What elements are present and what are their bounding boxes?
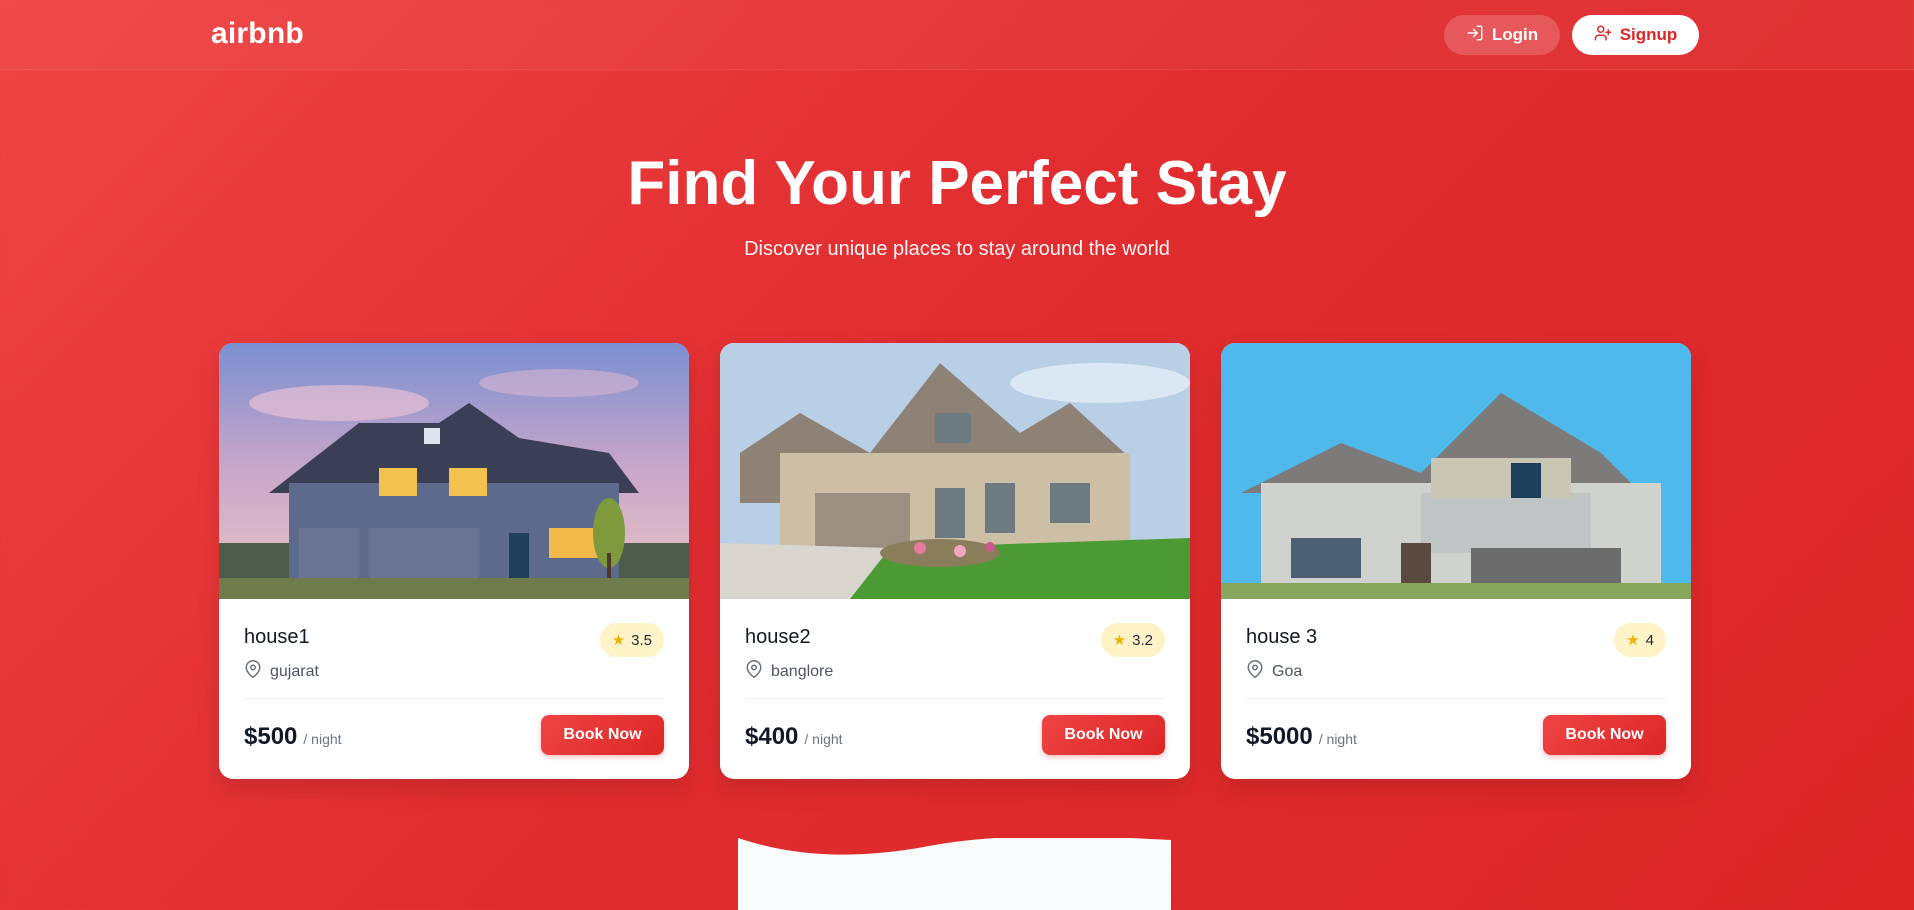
- hero-subtitle: Discover unique places to stay around th…: [744, 238, 1170, 260]
- price-unit: / night: [804, 731, 843, 747]
- login-icon: [1466, 24, 1484, 47]
- listing-photo[interactable]: [720, 343, 1190, 599]
- rating-badge: ★ 3.2: [1100, 623, 1165, 657]
- card-divider: [244, 698, 664, 699]
- login-label: Login: [1491, 25, 1539, 44]
- card-divider: [745, 698, 1165, 699]
- listing-title: house 3: [1246, 626, 1318, 648]
- hero-title: Find Your Perfect Stay: [627, 149, 1287, 218]
- bottom-wave-divider: [738, 836, 1171, 910]
- location-text: gujarat: [270, 662, 319, 680]
- listing-title: house2: [745, 626, 811, 648]
- price-row: $400 / night: [745, 723, 843, 751]
- rating-value: 3.5: [631, 631, 652, 649]
- card-divider: [1246, 698, 1666, 699]
- book-now-button[interactable]: Book Now: [541, 715, 664, 755]
- star-icon: ★: [611, 632, 626, 649]
- map-pin-icon: [244, 660, 262, 683]
- listing-location: banglore: [745, 660, 833, 683]
- listing-card[interactable]: house 3 ★ 4 Goa $5000 / night Book Now: [1221, 343, 1691, 779]
- signup-button[interactable]: Signup: [1572, 15, 1699, 55]
- star-icon: ★: [1626, 632, 1640, 649]
- book-now-button[interactable]: Book Now: [1543, 715, 1666, 755]
- signup-label: Signup: [1619, 25, 1678, 44]
- price-row: $500 / night: [244, 723, 342, 751]
- listing-title: house1: [244, 626, 310, 648]
- rating-value: 3.2: [1132, 631, 1153, 649]
- star-icon: ★: [1112, 632, 1127, 649]
- book-now-button[interactable]: Book Now: [1042, 715, 1165, 755]
- map-pin-icon: [745, 660, 763, 683]
- listing-card[interactable]: house1 ★ 3.5 gujarat $500 / night Book N…: [219, 343, 689, 779]
- location-text: banglore: [771, 662, 834, 680]
- listing-card[interactable]: house2 ★ 3.2 banglore $400 / night Book …: [720, 343, 1190, 779]
- brand-logo[interactable]: airbnb: [211, 17, 304, 51]
- rating-badge: ★ 4: [1614, 623, 1666, 657]
- map-pin-icon: [1246, 660, 1264, 683]
- listing-location: Goa: [1246, 660, 1302, 683]
- user-plus-icon: [1594, 24, 1612, 47]
- listing-photo[interactable]: [1221, 343, 1691, 599]
- listing-price: $400: [745, 723, 799, 750]
- price-unit: / night: [1318, 731, 1357, 747]
- location-text: Goa: [1272, 662, 1303, 680]
- listing-price: $5000: [1246, 723, 1313, 750]
- rating-value: 4: [1645, 631, 1654, 649]
- price-unit: / night: [303, 731, 342, 747]
- listing-location: gujarat: [244, 660, 319, 683]
- rating-badge: ★ 3.5: [599, 623, 664, 657]
- price-row: $5000 / night: [1246, 723, 1357, 751]
- top-navbar: airbnb Login Signup: [0, 0, 1914, 70]
- listing-price: $500: [244, 723, 298, 750]
- listing-photo[interactable]: [219, 343, 689, 599]
- login-button[interactable]: Login: [1444, 15, 1560, 55]
